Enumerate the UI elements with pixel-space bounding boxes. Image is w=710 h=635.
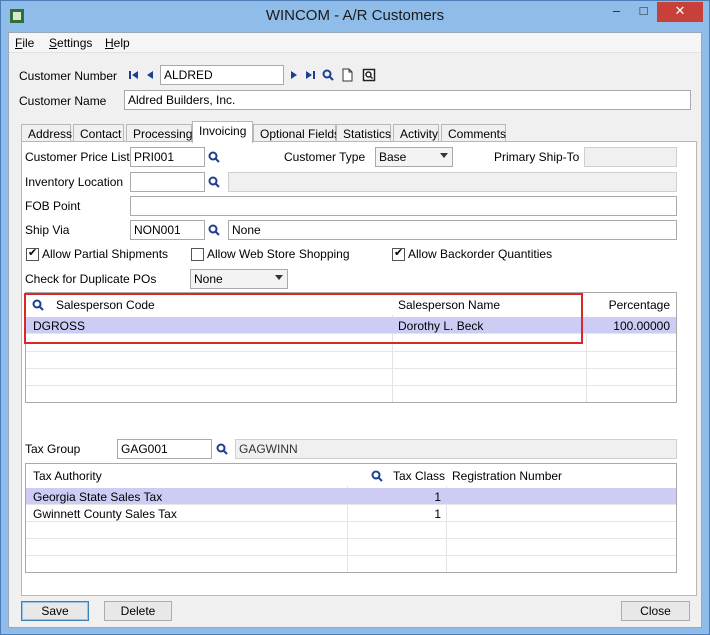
client-area: File Settings Help Customer Number ALDRE…	[8, 32, 702, 628]
tab-activity[interactable]: Activity	[393, 124, 439, 142]
table-row[interactable]	[26, 352, 676, 369]
price-list-input[interactable]: PRI001	[130, 147, 205, 167]
minimize-button[interactable]: –	[603, 2, 630, 22]
ship-via-finder-icon[interactable]	[207, 223, 221, 237]
menu-file[interactable]: File	[15, 36, 34, 50]
chevron-down-icon	[440, 153, 448, 158]
tax-authority-cell: Georgia State Sales Tax	[33, 490, 163, 504]
menu-help[interactable]: Help	[105, 36, 130, 50]
fob-point-input[interactable]	[130, 196, 677, 216]
customer-name-input[interactable]: Aldred Builders, Inc.	[124, 90, 691, 110]
save-button[interactable]: Save	[21, 601, 89, 621]
customer-type-select[interactable]: Base	[375, 147, 453, 167]
allow-web-store-checkbox[interactable]	[191, 248, 204, 261]
allow-backorder-label: Allow Backorder Quantities	[408, 247, 553, 261]
previous-record-icon[interactable]	[143, 68, 157, 82]
tax-group-input[interactable]: GAG001	[117, 439, 212, 459]
window-close-button[interactable]: ✕	[657, 2, 703, 22]
app-window: WINCOM - A/R Customers – □ ✕ File Settin…	[0, 0, 710, 635]
ship-via-description-input[interactable]: None	[228, 220, 677, 240]
allow-backorder-checkbox[interactable]	[392, 246, 405, 261]
title-bar: WINCOM - A/R Customers – □ ✕	[1, 1, 709, 32]
menu-settings[interactable]: Settings	[49, 36, 92, 50]
customer-number-input[interactable]: ALDRED	[160, 65, 284, 85]
tax-group-description: GAGWINN	[235, 439, 677, 459]
customer-number-label: Customer Number	[19, 69, 118, 83]
table-row[interactable]: Georgia State Sales Tax 1	[26, 488, 676, 505]
tax-group-label: Tax Group	[25, 442, 81, 456]
tab-statistics[interactable]: Statistics	[336, 124, 391, 142]
primary-ship-to-label: Primary Ship-To	[494, 150, 580, 164]
customer-name-label: Customer Name	[19, 94, 107, 108]
table-row[interactable]	[26, 539, 676, 556]
invoicing-panel: Customer Price List PRI001 Customer Type…	[21, 141, 697, 596]
column-registration-number[interactable]: Registration Number	[447, 467, 567, 489]
primary-ship-to-field	[584, 147, 677, 167]
tax-grid-header: Tax Authority Tax Class Registration Num…	[26, 464, 676, 486]
finder-icon[interactable]	[321, 68, 335, 82]
tax-group-finder-icon[interactable]	[215, 442, 229, 456]
fob-point-label: FOB Point	[25, 199, 81, 213]
registration-number-cell	[447, 488, 457, 504]
table-row[interactable]	[26, 369, 676, 386]
column-tax-authority[interactable]: Tax Authority	[28, 467, 107, 489]
allow-web-store-label: Allow Web Store Shopping	[207, 247, 350, 261]
tab-processing[interactable]: Processing	[126, 124, 192, 142]
delete-button[interactable]: Delete	[104, 601, 172, 621]
inventory-location-description	[228, 172, 677, 192]
tab-comments[interactable]: Comments	[441, 124, 506, 142]
inventory-location-label: Inventory Location	[25, 175, 124, 189]
column-percentage[interactable]: Percentage	[587, 296, 675, 318]
tab-address[interactable]: Address	[21, 124, 72, 142]
tax-authority-grid: Tax Authority Tax Class Registration Num…	[25, 463, 677, 573]
table-row[interactable]: Gwinnett County Sales Tax 1	[26, 505, 676, 522]
close-button[interactable]: Close	[621, 601, 690, 621]
allow-partial-shipments-label: Allow Partial Shipments	[42, 247, 169, 261]
zoom-icon[interactable]	[362, 68, 376, 82]
next-record-icon[interactable]	[287, 68, 301, 82]
tab-optional-fields[interactable]: Optional Fields	[253, 124, 340, 142]
maximize-button[interactable]: □	[630, 2, 657, 22]
tax-authority-cell: Gwinnett County Sales Tax	[33, 507, 177, 521]
last-record-icon[interactable]	[303, 68, 317, 82]
customer-type-label: Customer Type	[284, 150, 366, 164]
tab-invoicing[interactable]: Invoicing	[192, 121, 253, 143]
highlight-box	[24, 293, 583, 344]
registration-number-cell	[447, 505, 457, 521]
chevron-down-icon	[275, 275, 283, 280]
ship-via-label: Ship Via	[25, 223, 70, 237]
first-record-icon[interactable]	[127, 68, 141, 82]
new-document-icon[interactable]	[340, 68, 354, 82]
price-list-finder-icon[interactable]	[207, 150, 221, 164]
tax-class-cell: 1	[434, 490, 441, 504]
percentage-cell: 100.00000	[613, 319, 670, 333]
duplicate-po-label: Check for Duplicate POs	[25, 272, 157, 286]
ship-via-input[interactable]: NON001	[130, 220, 205, 240]
column-tax-class[interactable]: Tax Class	[388, 467, 450, 489]
table-row[interactable]	[26, 522, 676, 539]
inventory-location-input[interactable]	[130, 172, 205, 192]
tax-class-cell: 1	[434, 507, 441, 521]
allow-partial-shipments-checkbox[interactable]	[26, 246, 39, 261]
price-list-label: Customer Price List	[25, 150, 130, 164]
menu-bar: File Settings Help	[9, 33, 701, 53]
duplicate-po-select[interactable]: None	[190, 269, 288, 289]
inventory-location-finder-icon[interactable]	[207, 175, 221, 189]
tab-contact[interactable]: Contact	[73, 124, 124, 142]
tax-class-finder-icon[interactable]	[370, 469, 384, 483]
